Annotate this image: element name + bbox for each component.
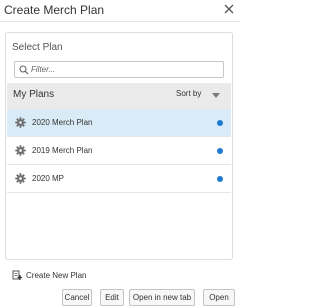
status-dot (217, 148, 223, 154)
plan-row-2020-mp[interactable]: 2020 MP (7, 165, 231, 193)
dialog-title: Create Merch Plan (4, 3, 105, 17)
create-new-plan-label: Create New Plan (26, 271, 87, 280)
create-plan-icon (12, 270, 22, 280)
caret-down-icon[interactable] (212, 93, 220, 98)
select-plan-panel: Select Plan My Plans Sort by (5, 32, 233, 260)
edit-button[interactable]: Edit (100, 289, 124, 306)
sort-by-button[interactable]: Sort by (176, 89, 201, 98)
close-icon[interactable] (222, 2, 236, 16)
plan-row-2020-merch-plan[interactable]: 2020 Merch Plan (7, 109, 231, 137)
open-button[interactable]: Open (203, 289, 235, 306)
my-plans-label: My Plans (13, 89, 55, 100)
create-merch-plan-dialog: Create Merch Plan Select Plan My Plans S… (0, 0, 240, 307)
panel-title: Select Plan (12, 42, 63, 53)
plan-list: 2020 Merch Plan 2019 Merch Plan 2020 MP (7, 109, 231, 259)
plan-row-2019-merch-plan[interactable]: 2019 Merch Plan (7, 137, 231, 165)
status-dot (217, 120, 223, 126)
plan-row-label: 2020 MP (32, 174, 65, 183)
open-in-new-tab-button[interactable]: Open in new tab (129, 289, 195, 306)
dialog-footer: Cancel Edit Open in new tab Open (0, 286, 240, 307)
dialog-header: Create Merch Plan (0, 0, 240, 22)
cancel-button[interactable]: Cancel (62, 289, 92, 306)
my-plans-header: My Plans Sort by (7, 83, 231, 109)
filter-field[interactable] (14, 61, 224, 78)
gear-icon (15, 117, 26, 128)
status-dot (217, 176, 223, 182)
gear-icon (15, 145, 26, 156)
search-icon (19, 65, 29, 75)
filter-input[interactable] (31, 63, 219, 76)
gear-icon (15, 173, 26, 184)
plan-row-label: 2020 Merch Plan (32, 118, 93, 127)
plan-row-label: 2019 Merch Plan (32, 146, 93, 155)
